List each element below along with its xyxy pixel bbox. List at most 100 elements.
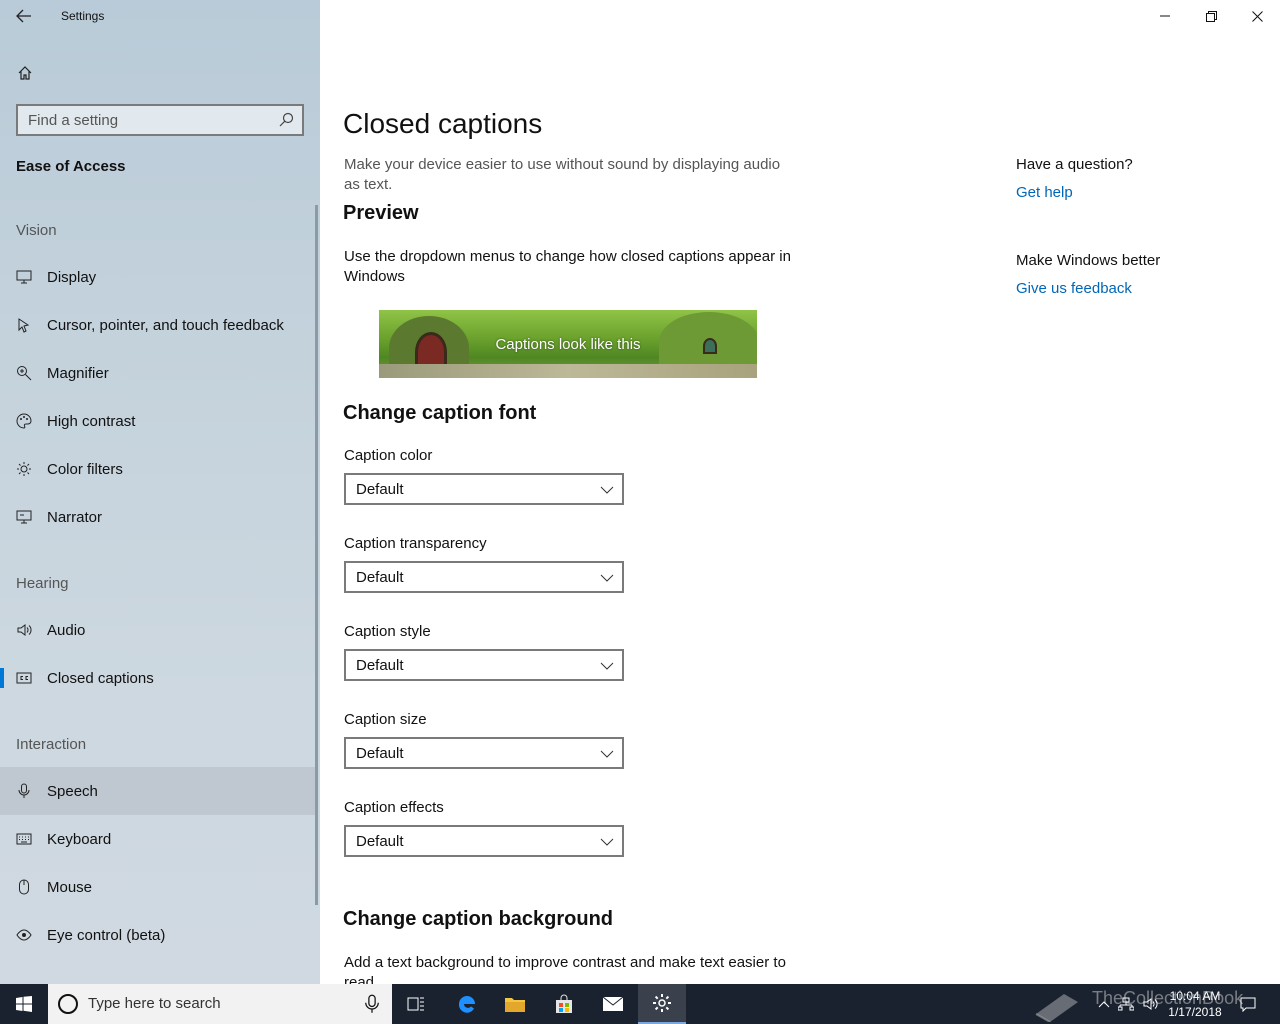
- tray-overflow-button[interactable]: [1094, 984, 1114, 1024]
- sidebar-item-label: Color filters: [47, 460, 123, 478]
- chevron-up-icon: [1098, 1001, 1110, 1008]
- network-button[interactable]: [1116, 984, 1136, 1024]
- page-title: Closed captions: [343, 108, 543, 139]
- sidebar-item-label: Eye control (beta): [47, 926, 166, 944]
- notification-icon: [1240, 997, 1256, 1012]
- sidebar-item-label: Keyboard: [47, 830, 112, 848]
- store-icon: [556, 994, 572, 1013]
- restore-icon: [1205, 10, 1217, 22]
- close-button[interactable]: [1234, 0, 1280, 32]
- back-button[interactable]: [8, 4, 40, 28]
- sidebar-item-keyboard[interactable]: Keyboard: [0, 815, 316, 863]
- group-label-interaction: Interaction: [16, 736, 87, 753]
- mail-icon: [602, 996, 624, 1011]
- sidebar-item-eye-control[interactable]: Eye control (beta): [0, 911, 316, 959]
- start-button[interactable]: [0, 984, 48, 1024]
- preview-heading: Preview: [343, 202, 419, 224]
- caption-color-label: Caption color: [344, 447, 433, 464]
- caption-size-dropdown[interactable]: Default: [344, 737, 624, 769]
- get-help-link[interactable]: Get help: [1016, 184, 1073, 201]
- sidebar-item-audio[interactable]: Audio: [0, 606, 316, 654]
- minimize-icon: [1160, 15, 1170, 17]
- file-explorer-button[interactable]: [491, 984, 539, 1024]
- preview-description: Use the dropdown menus to change how clo…: [344, 248, 791, 285]
- volume-button[interactable]: [1140, 984, 1160, 1024]
- task-view-button[interactable]: [392, 984, 440, 1024]
- edge-icon: [458, 996, 475, 1013]
- sidebar-item-label: Narrator: [47, 508, 103, 526]
- close-icon: [1251, 10, 1263, 22]
- sidebar-item-mouse[interactable]: Mouse: [0, 863, 316, 911]
- microphone-icon[interactable]: [364, 994, 380, 1014]
- sidebar-item-label: Cursor, pointer, and touch feedback: [47, 316, 284, 334]
- caption-transparency-dropdown[interactable]: Default: [344, 561, 624, 593]
- gear-icon: [653, 994, 671, 1012]
- page-description: Make your device easier to use without s…: [344, 156, 781, 193]
- home-icon: [18, 66, 32, 80]
- book-watermark-icon: [1035, 994, 1078, 1022]
- caption-size-label: Caption size: [344, 711, 427, 728]
- search-input[interactable]: [18, 111, 268, 129]
- taskbar-search-text: Type here to search: [88, 995, 221, 1012]
- sidebar-item-magnifier[interactable]: Magnifier: [0, 349, 316, 397]
- background-description: Add a text background to improve contras…: [344, 954, 786, 984]
- dropdown-value: Default: [356, 744, 404, 762]
- speaker-icon: [15, 621, 33, 639]
- sidebar-item-label: Mouse: [47, 878, 93, 896]
- group-label-hearing: Hearing: [16, 575, 69, 592]
- dropdown-value: Default: [356, 568, 404, 586]
- chevron-down-icon: [600, 486, 614, 494]
- search-box[interactable]: [16, 104, 304, 136]
- sidebar-scrollbar[interactable]: [315, 205, 318, 905]
- font-heading: Change caption font: [343, 402, 537, 424]
- sidebar-item-label: High contrast: [47, 412, 136, 430]
- minimize-button[interactable]: [1142, 0, 1188, 32]
- sidebar-item-cursor[interactable]: Cursor, pointer, and touch feedback: [0, 301, 316, 349]
- app-title: Settings: [61, 9, 105, 23]
- sidebar-item-label: Magnifier: [47, 364, 109, 382]
- restore-button[interactable]: [1188, 0, 1234, 32]
- give-feedback-link[interactable]: Give us feedback: [1016, 280, 1132, 297]
- magnifier-icon: [15, 364, 33, 382]
- question-heading: Have a question?: [1016, 156, 1133, 173]
- taskbar-search[interactable]: Type here to search: [48, 984, 392, 1024]
- caption-color-dropdown[interactable]: Default: [344, 473, 624, 505]
- store-button[interactable]: [540, 984, 588, 1024]
- windows-logo-icon: [16, 996, 32, 1012]
- sidebar-item-label: Speech: [47, 782, 98, 800]
- sidebar-item-label: Closed captions: [47, 669, 154, 687]
- search-icon[interactable]: [278, 112, 294, 128]
- dropdown-value: Default: [356, 480, 404, 498]
- preview-path: [379, 364, 757, 378]
- main-content: Closed captions Make your device easier …: [320, 0, 1280, 984]
- sidebar-item-display[interactable]: Display: [0, 253, 316, 301]
- action-center-button[interactable]: [1236, 984, 1260, 1024]
- caption-preview-image: Captions look like this: [379, 310, 757, 378]
- speaker-icon: [1143, 998, 1158, 1010]
- sidebar-item-narrator[interactable]: Narrator: [0, 493, 316, 541]
- clock-date: 1/17/2018: [1168, 1005, 1222, 1019]
- settings-app-button[interactable]: [638, 984, 686, 1024]
- feedback-heading: Make Windows better: [1016, 252, 1161, 269]
- clock[interactable]: 10:04 AM 1/17/2018: [1160, 988, 1230, 1020]
- sidebar-item-closed-captions[interactable]: Closed captions: [0, 654, 316, 702]
- eye-icon: [15, 926, 33, 944]
- caption-transparency-label: Caption transparency: [344, 535, 487, 552]
- narrator-icon: [15, 508, 33, 526]
- cursor-icon: [15, 316, 33, 334]
- caption-effects-label: Caption effects: [344, 799, 444, 816]
- sidebar-item-color-filters[interactable]: Color filters: [0, 445, 316, 493]
- cc-icon: [15, 669, 33, 687]
- arrow-left-icon: [16, 9, 31, 23]
- dropdown-value: Default: [356, 832, 404, 850]
- sidebar-item-high-contrast[interactable]: High contrast: [0, 397, 316, 445]
- sidebar-item-speech[interactable]: Speech: [0, 767, 316, 815]
- caption-style-dropdown[interactable]: Default: [344, 649, 624, 681]
- edge-button[interactable]: [443, 984, 491, 1024]
- chevron-down-icon: [600, 574, 614, 582]
- keyboard-icon: [15, 830, 33, 848]
- mail-button[interactable]: [589, 984, 637, 1024]
- caption-effects-dropdown[interactable]: Default: [344, 825, 624, 857]
- home-button[interactable]: [10, 58, 40, 88]
- taskbar: Type here to search TheCollectionBook 10…: [0, 984, 1280, 1024]
